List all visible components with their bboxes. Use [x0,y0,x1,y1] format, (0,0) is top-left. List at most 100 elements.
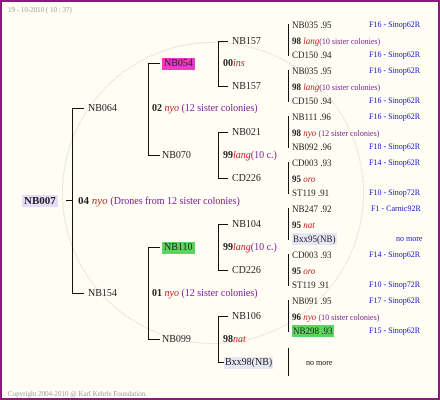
connector-line [288,70,289,102]
connector-line [72,293,84,294]
node-bxx98[interactable]: Bxx98(NB) [224,357,274,369]
node-cd226[interactable]: CD226 [232,265,261,277]
leaf-val: .96 [319,112,331,122]
leaf-id: NB035 [292,66,319,76]
gen-word: oro [303,266,316,276]
gen-nb064: 02 nyo (12 sister colonies) [152,103,258,115]
gen-num: 00 [223,58,233,69]
leaf-val: .94 [320,50,332,60]
gen-note: (12 sister colonies) [318,129,380,138]
leaf-id: CD150 [292,96,319,106]
gen-nb099: 98nat [223,334,246,346]
gen-num: 98 [292,36,301,46]
pedigree-frame: 19 - 10-2010 ( 10 : 37) NB007 04 nyo (Dr… [0,0,440,400]
leaf-val: .96 [320,142,332,152]
leaf-id: NB092 [292,142,319,152]
root-node[interactable]: NB007 [22,195,58,207]
leaf-row[interactable]: NB111 .96 [292,111,331,123]
leaf-source: F1 - Carnic92R [371,204,421,213]
node-nb054[interactable]: NB054 [162,58,195,70]
gen-nb070: 99lang(10 c.) [223,150,277,162]
date-header: 19 - 10-2010 ( 10 : 37) [8,6,72,14]
gen-note: (10 sister colonies) [319,37,381,46]
leaf-row[interactable]: CD150 .94 [292,95,332,107]
leaf-val: .91 [317,280,330,290]
leaf-source: F17 - Sinop62R [369,296,421,305]
leaf-source: no more [396,234,423,243]
node-nb099[interactable]: NB099 [162,334,191,346]
leaf-val: .94 [320,96,332,106]
leaf-source: F18 - Sinop62R [369,142,421,151]
leaf-row[interactable]: NB247 .92 [292,203,332,215]
leaf-row[interactable]: NB035 .95 [292,19,332,31]
leaf-id: CD003 [292,250,319,260]
node-nb104[interactable]: NB104 [232,219,261,231]
node-nb021[interactable]: NB021 [232,127,261,139]
node-nb070[interactable]: NB070 [162,150,191,162]
node-nb157[interactable]: NB157 [232,36,261,48]
leaf-id: NB247 [292,204,319,214]
connector-line [148,63,160,64]
gen-num: 95 [292,220,301,230]
gen-num: 96 [292,312,301,322]
leaf-row[interactable]: NB035 .95 [292,65,332,77]
gen-num: 95 [292,174,301,184]
leaf-id: ST119 [292,280,316,290]
leaf-val: .93 [321,326,333,336]
leaf-source: F10 - Sinop72R [369,188,421,197]
node-nb110[interactable]: NB110 [162,242,195,254]
connector-line [148,155,160,156]
leaf-val: .91 [317,188,330,198]
connector-line [148,63,149,155]
connector-line [288,24,289,56]
leaf-source: F15 - Sinop62R [369,326,421,335]
leaf-val: .95 [320,66,332,76]
node-cd226[interactable]: CD226 [232,173,261,185]
leaf-val: .95 [320,296,332,306]
copyright-footer: Copyright 2004-2010 @ Karl Kehrle Founda… [8,390,148,398]
leaf-row[interactable]: CD003 .93 [292,249,332,261]
gen-note: (10 c.) [250,150,277,161]
connector-line [218,178,228,179]
connector-line [66,200,73,201]
gen-word: nyo [303,128,317,138]
node-nb106[interactable]: NB106 [232,311,261,323]
leaf-gen: 95 oro [292,265,315,277]
leaf-row[interactable]: NB092 .96 [292,141,332,153]
leaf-source: no more [306,358,333,367]
leaf-row[interactable]: ST119 .91 [292,279,329,291]
leaf-source: F10 - Sinop72R [369,280,421,289]
node-nb157[interactable]: NB157 [232,81,261,93]
gen-num: 98 [292,82,301,92]
leaf-source: F16 - Sinop62R [369,66,421,75]
leaf-row[interactable]: Bxx95(NB) [292,233,337,245]
gen-note: (12 sister colonies) [181,103,258,114]
leaf-source: F16 - Sinop62R [369,50,421,59]
gen-word: lang [303,36,320,46]
connector-line [288,208,289,240]
leaf-row[interactable]: NB298 .93 [292,325,334,337]
leaf-row[interactable]: CD003 .93 [292,157,332,169]
leaf-gen: 98 lang(10 sister colonies) [292,35,380,48]
leaf-val: .93 [320,250,332,260]
connector-line [218,224,219,271]
connector-line [218,41,219,87]
leaf-id: NB298 [293,326,320,336]
connector-line [288,348,289,376]
connector-line [218,224,228,225]
node-nb154[interactable]: NB154 [88,288,117,300]
leaf-row[interactable]: NB091 .95 [292,295,332,307]
gen-note: (10 sister colonies) [319,83,381,92]
leaf-id: NB091 [292,296,319,306]
gen-word: nyo [164,103,179,114]
leaf-source: F14 - Sinop62R [369,158,421,167]
node-nb064[interactable]: NB064 [88,103,117,115]
gen-word: nat [233,334,246,345]
connector-line [218,270,228,271]
gen-word: ins [233,58,245,69]
connector-line [218,316,219,363]
leaf-row[interactable]: ST119 .91 [292,187,329,199]
root-generation: 04 nyo (Drones from 12 sister colonies) [78,195,240,208]
leaf-gen: 95 nat [292,219,315,231]
leaf-row[interactable]: CD150 .94 [292,49,332,61]
